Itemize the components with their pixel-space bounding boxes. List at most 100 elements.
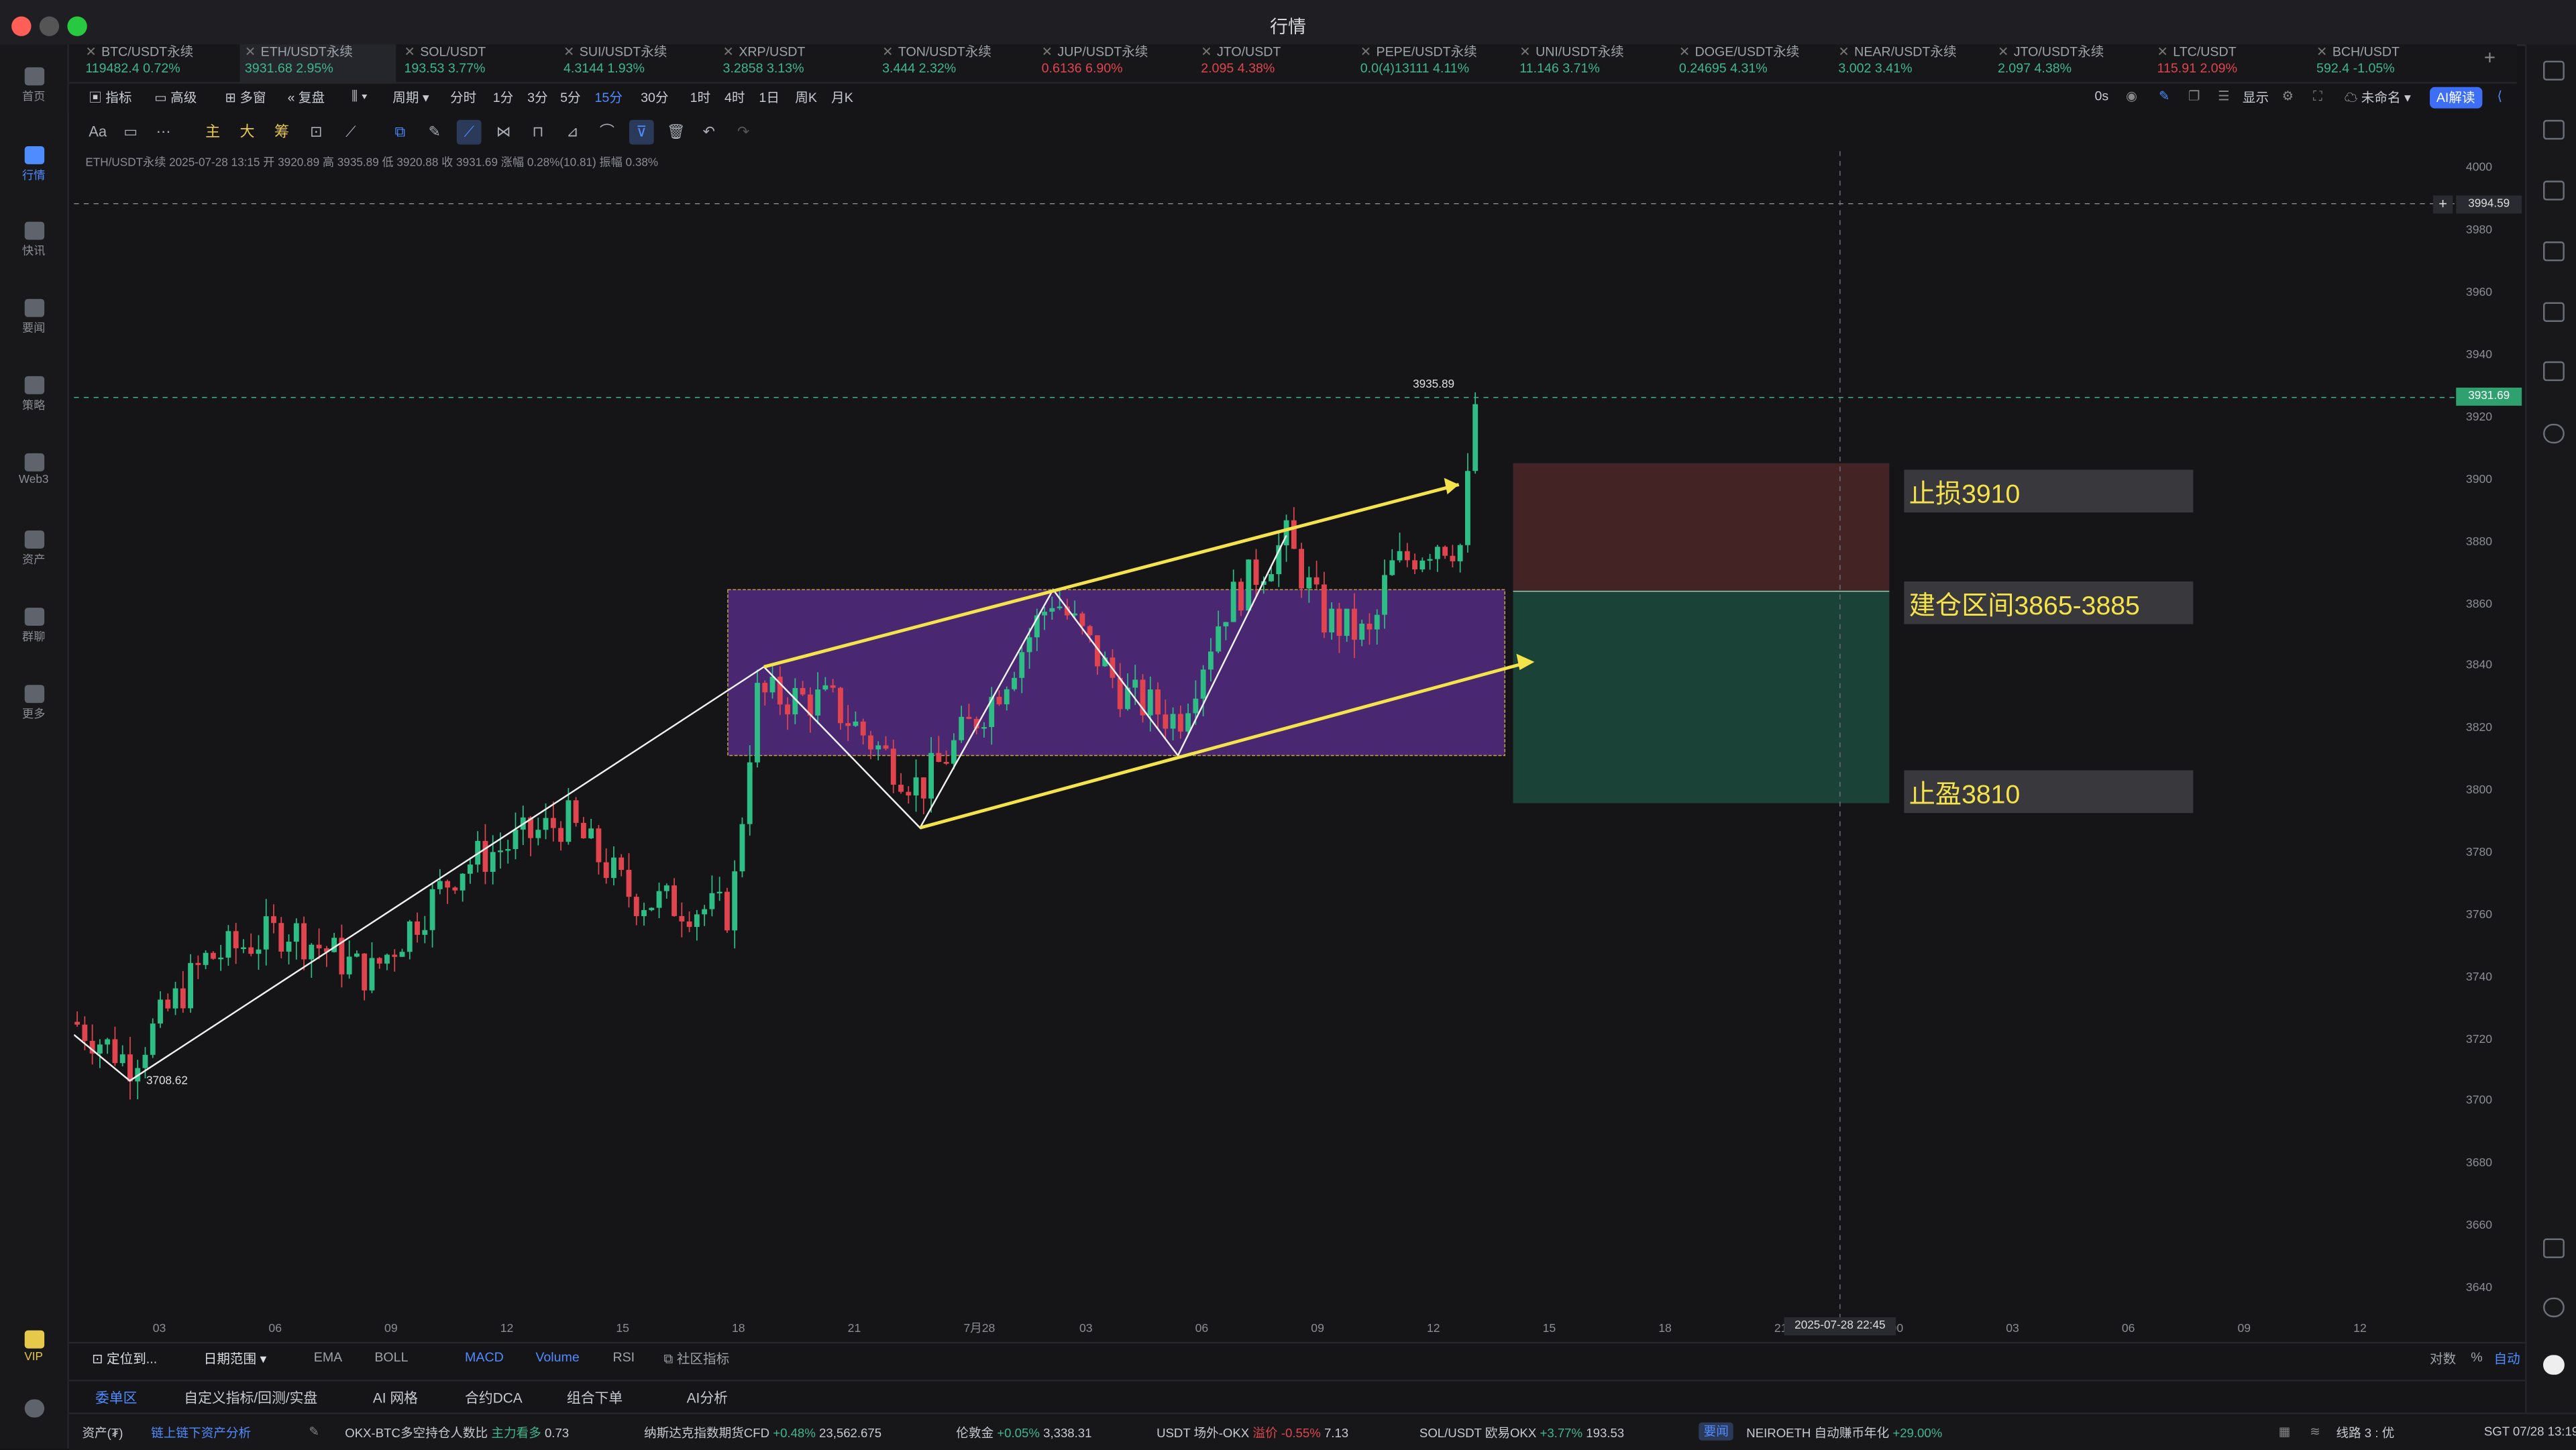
assistant-icon[interactable] (2543, 1355, 2565, 1375)
layers-icon[interactable]: ⧉ (388, 120, 413, 145)
close-icon[interactable]: ✕ (1838, 44, 1849, 59)
close-icon[interactable]: ✕ (882, 44, 893, 59)
ticker-item[interactable]: ✕ ETH/USDT永续 3931.68 2.95% (239, 44, 396, 82)
log-scale-button[interactable]: 对数 (2430, 1350, 2456, 1368)
close-icon[interactable]: ✕ (245, 44, 256, 59)
bottom-tab[interactable]: 合约DCA (465, 1388, 523, 1407)
list-icon[interactable]: ☰ (2218, 89, 2230, 103)
timeframe-button[interactable]: 1时 (690, 89, 710, 107)
news-ticker[interactable]: NEIROETH 自动赚币年化 +29.00% (1746, 1424, 1942, 1442)
close-icon[interactable]: ✕ (2157, 44, 2168, 59)
auto-scale-button[interactable]: 自动 (2494, 1350, 2520, 1368)
calculator-icon[interactable]: ▦ (2279, 1424, 2291, 1439)
indicators-button[interactable]: ▣ 指标 (89, 89, 131, 107)
monitor-icon[interactable] (2543, 302, 2565, 323)
sidebar-item-headlines[interactable]: 要闻 (0, 298, 67, 337)
percent-scale-button[interactable]: % (2471, 1350, 2482, 1365)
close-icon[interactable]: ✕ (564, 44, 574, 59)
community-indicators-button[interactable]: ⧉ 社区指标 (663, 1350, 729, 1368)
display-button[interactable]: 显示 (2243, 89, 2269, 107)
close-icon[interactable]: ✕ (2316, 44, 2327, 59)
indicator-volume[interactable]: Volume (535, 1350, 579, 1365)
chip-button[interactable]: 筹 (270, 120, 294, 145)
ticker-item[interactable]: ✕ PEPE/USDT永续 0.0(4)13111 4.11% (1355, 44, 1511, 82)
ruler-icon[interactable]: ⟋ (338, 120, 363, 145)
ticker-item[interactable]: ✕ LTC/USDT 115.91 2.09% (2152, 44, 2308, 82)
sidebar-item-assets[interactable]: 资产 (0, 531, 67, 568)
status-item-sol[interactable]: SOL/USDT 欧易OKX +3.77% 193.53 (1419, 1424, 1624, 1442)
ticker-item[interactable]: ✕ BCH/USDT 592.4 -1.05% (2312, 44, 2468, 82)
rectangle-icon[interactable]: ▭ (118, 120, 143, 145)
orderbook-icon[interactable] (2543, 119, 2565, 140)
onchain-assets-link[interactable]: 链上链下资产分析 (151, 1424, 251, 1442)
text-tool-button[interactable]: Aa (85, 120, 110, 145)
close-icon[interactable]: ✕ (1360, 44, 1371, 59)
ticker-item[interactable]: ✕ XRP/USDT 3.2858 3.13% (718, 44, 874, 82)
sync-icon[interactable] (2543, 423, 2565, 444)
timeframe-button[interactable]: 分时 (450, 89, 476, 107)
ticker-item[interactable]: ✕ TON/USDT永续 3.444 2.32% (877, 44, 1034, 82)
ticker-item[interactable]: ✕ DOGE/USDT永续 0.24695 4.31% (1674, 44, 1831, 82)
replay-button[interactable]: « 复盘 (288, 89, 325, 107)
ticker-item[interactable]: ✕ JTO/USDT 2.095 4.38% (1196, 44, 1352, 82)
status-item-btc-ratio[interactable]: OKX-BTC多空持仓人数比 主力看多 0.73 (345, 1424, 569, 1442)
advanced-button[interactable]: ▭ 高级 (154, 89, 197, 107)
bottom-tab[interactable]: AI分析 (687, 1388, 728, 1407)
ticker-item[interactable]: ✕ SUI/USDT永续 4.3144 1.93% (559, 44, 715, 82)
ticker-item[interactable]: ✕ JTO/USDT永续 2.097 4.38% (1993, 44, 2149, 82)
camera-icon[interactable]: ◉ (2126, 89, 2137, 103)
assets-label[interactable]: 资产(₮) (82, 1424, 123, 1442)
headset-icon[interactable] (2543, 1297, 2565, 1318)
close-icon[interactable]: ✕ (723, 44, 734, 59)
timeframe-button[interactable]: 3分 (527, 89, 547, 107)
timeframe-button[interactable]: 15分 (595, 89, 623, 107)
undo-icon[interactable]: ↶ (696, 120, 721, 145)
close-icon[interactable]: ✕ (404, 44, 415, 59)
status-item-usdt-otc[interactable]: USDT 场外-OKX 溢价 -0.55% 7.13 (1157, 1424, 1348, 1442)
indicator-rsi[interactable]: RSI (612, 1350, 635, 1365)
layout-name-dropdown[interactable]: ☁ 未命名 ▾ (2345, 89, 2411, 107)
lock-icon[interactable]: ⊓ (526, 120, 551, 145)
analytics-icon[interactable] (2543, 241, 2565, 262)
card-icon[interactable] (2543, 361, 2565, 382)
sidebar-item-strategy[interactable]: 策略 (0, 376, 67, 414)
bottom-tab[interactable]: 组合下单 (567, 1388, 623, 1407)
filter-icon[interactable]: ⊽ (629, 119, 654, 145)
main-chart-button[interactable]: 主 (201, 120, 225, 145)
timeframe-button[interactable]: 1日 (759, 89, 779, 107)
date-range-dropdown[interactable]: 日期范围 ▾ (204, 1350, 267, 1368)
timeframe-button[interactable]: 30分 (641, 89, 668, 107)
sidebar-item-home[interactable]: 首页 (0, 67, 67, 105)
period-dropdown[interactable]: 周期 ▾ (392, 89, 429, 107)
big-order-button[interactable]: 大 (235, 120, 260, 145)
sidebar-item-market[interactable]: 行情 (0, 146, 67, 184)
timeframe-button[interactable]: 月K (831, 89, 853, 107)
indicator-boll[interactable]: BOLL (374, 1350, 408, 1365)
locate-button[interactable]: ⊡ 定位到... (92, 1350, 157, 1368)
ticker-item[interactable]: ✕ UNI/USDT永续 11.146 3.71% (1515, 44, 1671, 82)
ticker-item[interactable]: ✕ BTC/USDT永续 119482.4 0.72% (80, 44, 237, 82)
measure-icon[interactable]: ⊿ (560, 120, 585, 145)
sidebar-item-chat[interactable]: 群聊 (0, 608, 67, 645)
settings-icon[interactable]: ⚙ (2282, 89, 2294, 103)
ticker-item[interactable]: ✕ NEAR/USDT永续 3.002 3.41% (1833, 44, 1990, 82)
crosshair-icon[interactable]: ⊡ (304, 120, 329, 145)
export-icon[interactable] (2543, 180, 2565, 201)
ticker-item[interactable]: ✕ SOL/USDT 193.53 3.77% (399, 44, 555, 82)
trendline-icon[interactable]: ⟋ (456, 119, 482, 145)
close-icon[interactable]: ✕ (1201, 44, 1212, 59)
status-item-nasdaq[interactable]: 纳斯达克指数期货CFD +0.48% 23,562.675 (644, 1424, 881, 1442)
close-icon[interactable]: ✕ (1519, 44, 1530, 59)
panel-toggle-icon[interactable] (2543, 60, 2565, 81)
close-icon[interactable]: ✕ (1998, 44, 2008, 59)
sidebar-item-more[interactable]: 更多 (0, 685, 67, 722)
more-icon[interactable]: ⋯ (151, 120, 176, 145)
settings-button[interactable] (0, 1399, 67, 1421)
time-axis[interactable]: 03 06 09 12 15 18 21 7月28 03 06 09 12 15 18 21 00 03 06 09… (74, 1317, 2456, 1340)
magnet-icon[interactable]: ⌒ (595, 120, 620, 145)
close-icon[interactable]: ✕ (85, 44, 96, 59)
copy-icon[interactable]: ❐ (2188, 89, 2200, 103)
indicator-macd[interactable]: MACD (465, 1350, 504, 1365)
ai-analysis-button[interactable]: AI解读 (2430, 87, 2482, 109)
timeframe-button[interactable]: 1分 (493, 89, 513, 107)
